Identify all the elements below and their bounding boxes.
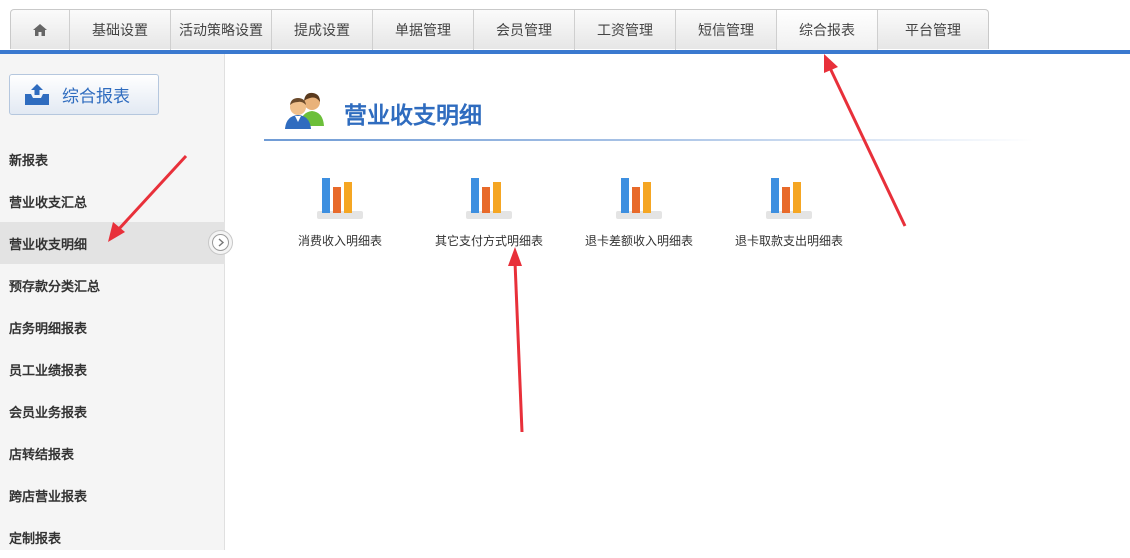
bar-chart-icon (317, 178, 363, 219)
nav-home-button[interactable] (11, 10, 70, 50)
users-icon (285, 92, 324, 129)
nav-item-reports[interactable]: 综合报表 (777, 10, 878, 50)
nav-item-salary-management[interactable]: 工资管理 (575, 10, 676, 50)
top-nav: 基础设置 活动策略设置 提成设置 单据管理 会员管理 工资管理 短信管理 综合报… (10, 9, 989, 50)
arrow-icon (508, 247, 524, 433)
sidebar-item-revenue-summary[interactable]: 营业收支汇总 (0, 180, 225, 222)
nav-item-basic-settings[interactable]: 基础设置 (70, 10, 171, 50)
report-card-refund-income[interactable]: 退卡差额收入明细表 (569, 175, 709, 255)
sidebar-header-label: 综合报表 (62, 87, 130, 107)
home-icon (33, 24, 47, 36)
bar-chart-icon (766, 178, 812, 219)
bar-chart-icon (616, 178, 662, 219)
sidebar-item-custom-report[interactable]: 定制报表 (0, 516, 225, 558)
nav-item-sms-management[interactable]: 短信管理 (676, 10, 777, 50)
sidebar-header-button[interactable]: 综合报表 (9, 74, 159, 115)
nav-item-activity-strategy[interactable]: 活动策略设置 (171, 10, 272, 50)
sidebar-item-store-transfer[interactable]: 店转结报表 (0, 432, 225, 474)
report-label: 退卡差额收入明细表 (584, 234, 693, 248)
sidebar-item-deposit-summary[interactable]: 预存款分类汇总 (0, 264, 225, 306)
nav-item-document-management[interactable]: 单据管理 (373, 10, 474, 50)
sidebar-item-store-detail[interactable]: 店务明细报表 (0, 306, 225, 348)
bar-chart-icon (466, 178, 512, 219)
nav-item-commission-settings[interactable]: 提成设置 (272, 10, 373, 50)
report-label: 其它支付方式明细表 (434, 234, 543, 248)
report-label: 退卡取款支出明细表 (734, 234, 843, 248)
title-divider (264, 139, 1034, 141)
sidebar-item-cross-store[interactable]: 跨店营业报表 (0, 474, 225, 516)
sidebar-active-indicator (208, 230, 233, 255)
sidebar: 综合报表 新报表 营业收支汇总 营业收支明细 预存款分类汇总 店务明细报表 员工… (0, 54, 233, 550)
nav-item-platform-management[interactable]: 平台管理 (878, 10, 988, 50)
chevron-right-icon (212, 234, 229, 251)
sidebar-item-member-business[interactable]: 会员业务报表 (0, 390, 225, 432)
sidebar-item-revenue-detail[interactable]: 营业收支明细 (0, 222, 233, 264)
report-consumption-income[interactable]: 消费收入明细表 (270, 175, 410, 255)
inbox-upload-icon (25, 83, 49, 105)
sidebar-item-new-report[interactable]: 新报表 (0, 138, 225, 180)
sidebar-item-staff-performance[interactable]: 员工业绩报表 (0, 348, 225, 390)
page-title: 营业收支明细 (344, 103, 482, 129)
nav-item-member-management[interactable]: 会员管理 (474, 10, 575, 50)
sidebar-item-label: 营业收支明细 (9, 237, 88, 253)
report-label: 消费收入明细表 (297, 234, 382, 248)
report-card-withdrawal-expense[interactable]: 退卡取款支出明细表 (719, 175, 859, 255)
report-other-payments[interactable]: 其它支付方式明细表 (419, 175, 559, 255)
